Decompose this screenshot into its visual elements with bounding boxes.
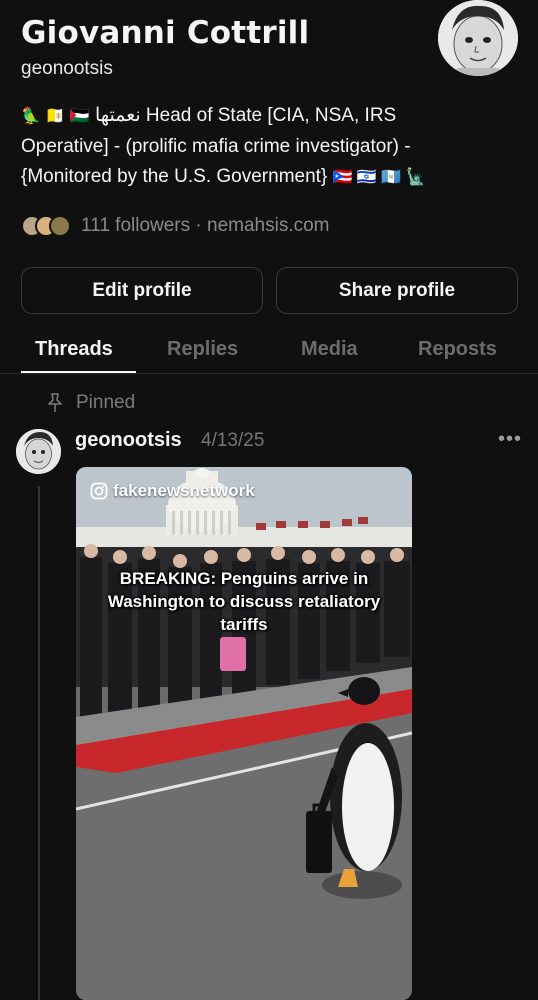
bio-emoji-group: 🇵🇷 🇮🇱 🇬🇹 🗽 <box>332 169 426 186</box>
media-watermark: fakenewsnetwork <box>90 481 255 501</box>
bio-line-1: 🦜 🇻🇦 🇵🇸 نعمتها Head of State [CIA, NSA, … <box>21 101 511 132</box>
avatar-image <box>438 0 518 76</box>
media-caption: BREAKING: Penguins arrive in Washington … <box>107 569 381 634</box>
tab-reposts[interactable]: Reposts <box>418 338 497 361</box>
profile-header: Giovanni Cottrill geonootsis 🦜 🇻🇦 🇵🇸 نعم… <box>0 0 538 260</box>
display-name: Giovanni Cottrill <box>21 15 310 51</box>
bio-line-2: Operative] - (prolific mafia crime inves… <box>21 136 411 157</box>
active-tab-indicator <box>21 371 136 373</box>
pinned-indicator: Pinned <box>46 391 135 415</box>
tab-replies[interactable]: Replies <box>167 338 238 361</box>
tab-media[interactable]: Media <box>301 338 358 361</box>
avatar[interactable] <box>438 0 518 76</box>
post-media-video[interactable]: fakenewsnetwork BREAKING: Penguins arriv… <box>76 467 412 1000</box>
watermark-text: fakenewsnetwork <box>113 481 255 500</box>
profile-tabs: Threads Replies Media Reposts <box>0 332 538 374</box>
bio-emoji-group: 🦜 🇻🇦 🇵🇸 <box>21 108 90 125</box>
tab-threads[interactable]: Threads <box>35 338 113 361</box>
instagram-icon <box>90 482 108 500</box>
post-avatar-image <box>16 429 61 474</box>
bio: 🦜 🇻🇦 🇵🇸 نعمتها Head of State [CIA, NSA, … <box>21 101 511 193</box>
edit-profile-button[interactable]: Edit profile <box>21 267 263 314</box>
followers-row[interactable]: 111 followers · nemahsis.com <box>21 212 330 240</box>
post-avatar[interactable] <box>16 429 61 474</box>
media-scene <box>76 467 412 1000</box>
thread-line <box>38 486 40 1000</box>
followers-count-link[interactable]: 111 followers · nemahsis.com <box>81 215 330 237</box>
bio-text: نعمتها Head of State [CIA, NSA, IRS <box>94 105 397 126</box>
bio-line-3: {Monitored by the U.S. Government} 🇵🇷 🇮🇱… <box>21 162 511 193</box>
post-username[interactable]: geonootsis <box>75 429 182 452</box>
post-date: 4/13/25 <box>201 430 265 451</box>
bio-text: {Monitored by the U.S. Government} <box>21 166 328 187</box>
share-profile-button[interactable]: Share profile <box>276 267 518 314</box>
username[interactable]: geonootsis <box>21 58 113 80</box>
more-options-icon[interactable]: ••• <box>498 428 522 451</box>
pin-icon <box>48 393 62 412</box>
follower-avatar <box>49 215 71 237</box>
pinned-label: Pinned <box>76 392 136 413</box>
